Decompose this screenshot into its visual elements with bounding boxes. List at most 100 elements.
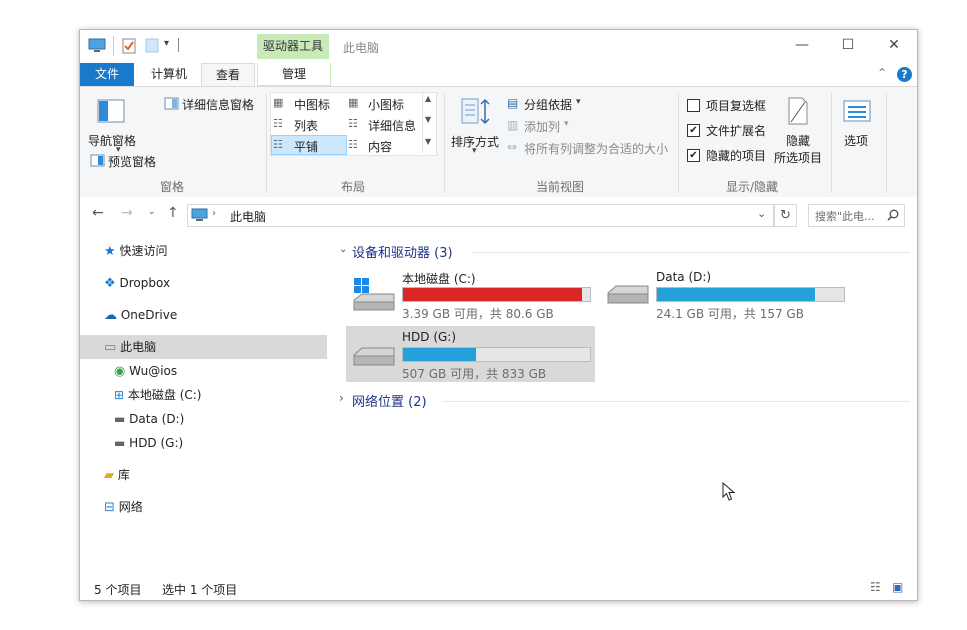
qat-dropdown-icon[interactable]: ▾ xyxy=(164,38,169,49)
navigation-pane-button[interactable]: 导航窗格 xyxy=(88,132,136,149)
devices-section-header[interactable]: 设备和驱动器 (3) xyxy=(352,242,453,261)
search-input[interactable]: 搜索"此电... xyxy=(815,208,875,224)
scroll-up-icon[interactable]: ▲ xyxy=(425,94,431,103)
qat-divider xyxy=(113,36,114,56)
chevron-down-icon[interactable]: ⌄ xyxy=(339,244,347,255)
preview-pane-icon[interactable] xyxy=(90,154,105,167)
network-section-header[interactable]: 网络位置 (2) xyxy=(352,391,427,410)
windows-drive-icon xyxy=(353,278,395,311)
this-pc-icon xyxy=(191,208,208,221)
options-button[interactable]: 选项 xyxy=(844,132,868,149)
options-icon[interactable] xyxy=(843,100,871,122)
hide-selected-icon[interactable] xyxy=(786,96,810,126)
tab-computer[interactable]: 计算机 xyxy=(140,63,198,86)
forward-button[interactable]: → xyxy=(121,205,133,221)
file-extensions-checkbox[interactable]: ✔ xyxy=(687,124,700,137)
layout-tiles[interactable]: 平铺 xyxy=(294,138,318,155)
scroll-down-icon[interactable]: ▼ xyxy=(425,115,431,124)
drive-icon xyxy=(353,347,395,366)
current-view-group-label: 当前视图 xyxy=(536,180,585,194)
list-icon: ☷ xyxy=(273,117,283,130)
address-dropdown-icon[interactable]: ⌄ xyxy=(757,207,766,220)
sidebar-item-quick-access[interactable]: ★ 快速访问 xyxy=(104,239,168,263)
details-pane-button[interactable]: 详细信息窗格 xyxy=(182,96,254,113)
drive-name: Data (D:) xyxy=(656,270,712,284)
dropbox-icon: ❖ xyxy=(104,276,116,291)
sidebar-item-local-c[interactable]: ⊞ 本地磁盘 (C:) xyxy=(114,383,202,407)
help-icon[interactable]: ? xyxy=(897,67,912,82)
sidebar-item-dropbox[interactable]: ❖ Dropbox xyxy=(104,271,170,295)
sidebar-item-onedrive[interactable]: ☁ OneDrive xyxy=(104,303,177,327)
window-title: 此电脑 xyxy=(343,41,380,55)
chevron-down-icon[interactable]: ▾ xyxy=(564,119,569,129)
minimize-button[interactable]: — xyxy=(779,30,825,60)
drive-tile-d[interactable]: Data (D:) 24.1 GB 可用，共 157 GB xyxy=(600,266,850,322)
address-bar[interactable]: › 此电脑 ⌄ xyxy=(187,204,774,227)
drive-usage-bar xyxy=(402,287,591,302)
hide-selected-label-2[interactable]: 所选项目 xyxy=(774,149,822,166)
sidebar-item-label: OneDrive xyxy=(120,308,178,322)
sidebar-item-this-pc[interactable]: ▭ 此电脑 xyxy=(104,335,156,359)
details-pane-icon[interactable] xyxy=(164,97,179,110)
drive-tile-c[interactable]: 本地磁盘 (C:) 3.39 GB 可用，共 80.6 GB xyxy=(346,266,596,322)
recent-locations-dropdown[interactable]: ⌄ xyxy=(148,207,156,217)
sidebar-item-data-d[interactable]: ▬ Data (D:) xyxy=(114,407,184,431)
chevron-down-icon[interactable]: ▾ xyxy=(576,97,581,107)
layout-group-label: 布局 xyxy=(341,180,366,194)
drive-name: 本地磁盘 (C:) xyxy=(402,272,476,286)
breadcrumb-chevron-icon[interactable]: › xyxy=(212,208,216,219)
this-pc-icon[interactable] xyxy=(88,38,106,54)
tab-file[interactable]: 文件 xyxy=(80,63,134,86)
sidebar-item-wu-ios[interactable]: ◉ Wu@ios xyxy=(114,359,177,383)
new-folder-icon[interactable] xyxy=(145,38,159,53)
size-columns-icon: ⇔ xyxy=(507,140,518,154)
close-button[interactable]: ✕ xyxy=(871,30,917,60)
item-checkboxes-checkbox[interactable] xyxy=(687,99,700,112)
add-columns-icon: ▥ xyxy=(507,118,519,132)
hide-selected-label-1[interactable]: 隐藏 xyxy=(786,132,810,149)
section-divider xyxy=(443,401,910,402)
tab-view[interactable]: 查看 xyxy=(201,63,255,87)
collapse-ribbon-icon[interactable]: ⌃ xyxy=(877,66,887,80)
preview-pane-button[interactable]: 预览窗格 xyxy=(108,153,156,170)
network-drive-icon: ◉ xyxy=(114,364,126,379)
status-bar: 5 个项目 选中 1 个项目 ☷ ▣ xyxy=(80,577,917,600)
properties-icon[interactable] xyxy=(122,37,136,54)
group-separator xyxy=(678,93,679,193)
size-all-columns-button[interactable]: 将所有列调整为合适的大小 xyxy=(524,140,668,157)
sort-by-icon[interactable] xyxy=(460,97,490,127)
mouse-cursor-icon xyxy=(722,482,736,501)
navigation-pane-icon[interactable] xyxy=(97,99,125,123)
up-button[interactable]: ↑ xyxy=(167,205,179,221)
layout-medium-icons[interactable]: 中图标 xyxy=(294,96,330,113)
chevron-down-icon[interactable]: ▾ xyxy=(472,146,477,156)
layout-list[interactable]: 列表 xyxy=(294,117,318,134)
ribbon-view: 导航窗格 ▾ 预览窗格 详细信息窗格 窗格 ▦ 中图标 ▦ 小图标 ☷ 列表 ☷… xyxy=(80,86,917,198)
group-by-button[interactable]: 分组依据 xyxy=(524,96,572,113)
sidebar-item-network[interactable]: ⊟ 网络 xyxy=(104,495,143,519)
layout-small-icons[interactable]: 小图标 xyxy=(368,96,404,113)
maximize-button[interactable]: ☐ xyxy=(825,30,871,60)
drive-tile-g[interactable]: HDD (G:) 507 GB 可用，共 833 GB xyxy=(346,326,596,382)
large-icons-view-toggle-icon[interactable]: ▣ xyxy=(892,580,903,594)
layout-content[interactable]: 内容 xyxy=(368,138,392,155)
search-icon[interactable] xyxy=(887,209,899,221)
details-view-toggle-icon[interactable]: ☷ xyxy=(870,580,881,594)
breadcrumb-this-pc[interactable]: 此电脑 xyxy=(230,208,266,225)
medium-icons-icon: ▦ xyxy=(273,96,284,109)
back-button[interactable]: ← xyxy=(92,205,104,221)
layout-scrollbar[interactable]: ▲ ▼ ▼ xyxy=(422,93,435,153)
group-by-icon: ▤ xyxy=(507,96,519,110)
sidebar-item-label: 网络 xyxy=(118,500,143,514)
add-columns-button[interactable]: 添加列 xyxy=(524,118,560,135)
tab-manage[interactable]: 管理 xyxy=(257,63,331,86)
cloud-icon: ☁ xyxy=(104,308,117,323)
refresh-button[interactable]: ↻ xyxy=(774,204,797,227)
gallery-expand-icon[interactable]: ▼ xyxy=(425,137,431,146)
layout-details[interactable]: 详细信息 xyxy=(368,117,416,134)
chevron-right-icon[interactable]: › xyxy=(339,391,344,405)
search-box[interactable]: 搜索"此电... xyxy=(808,204,905,227)
sidebar-item-hdd-g[interactable]: ▬ HDD (G:) xyxy=(114,431,183,455)
sidebar-item-library[interactable]: ▰ 库 xyxy=(104,463,130,487)
hidden-items-checkbox[interactable]: ✔ xyxy=(687,149,700,162)
